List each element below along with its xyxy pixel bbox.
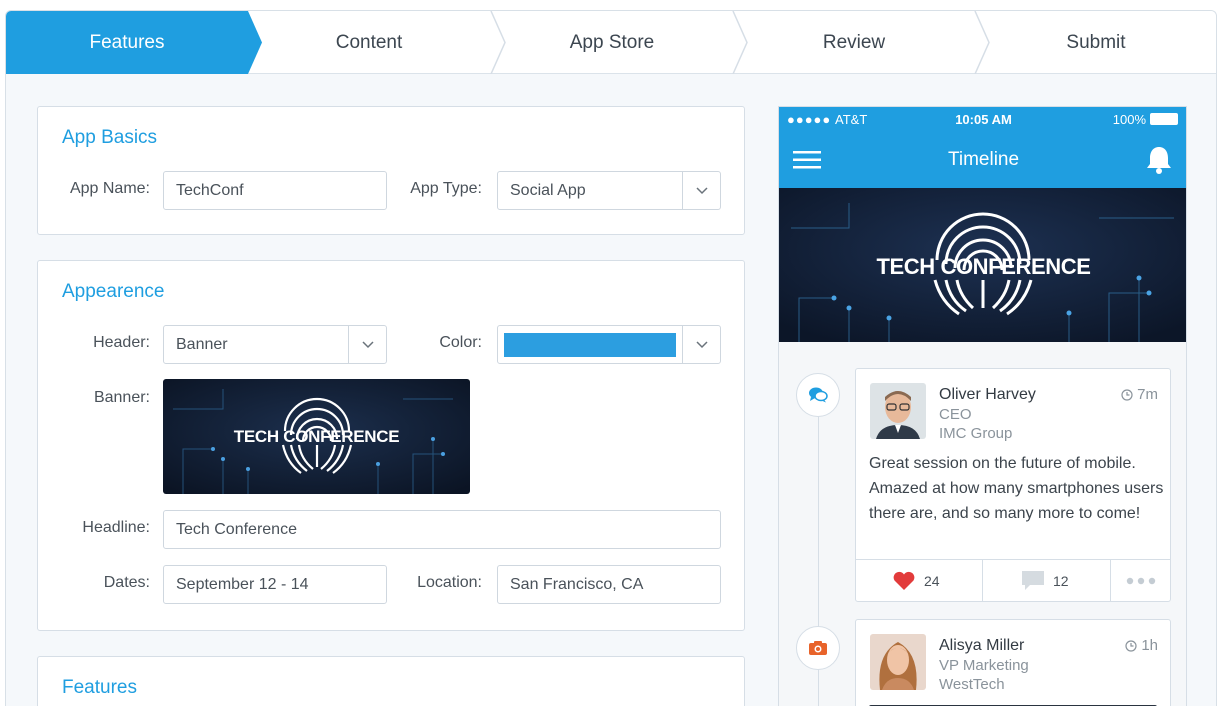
clock-icon — [1121, 388, 1133, 401]
post-author-role: CEO — [939, 406, 972, 423]
color-select[interactable] — [497, 325, 721, 364]
post-time-value: 1h — [1141, 637, 1158, 654]
header-select[interactable]: Banner — [163, 325, 387, 364]
bell-icon[interactable] — [1146, 145, 1172, 175]
battery-text: 100% — [1112, 112, 1146, 127]
nav-title: Timeline — [947, 149, 1020, 170]
divider — [982, 560, 983, 602]
like-button[interactable]: 24 — [892, 560, 940, 602]
headline-input[interactable]: Tech Conference — [163, 510, 721, 549]
post-author-role: VP Marketing — [939, 657, 1029, 674]
battery-icon — [1150, 113, 1178, 125]
wizard-stepper: Features Content App Store Review Submit — [6, 11, 1216, 74]
app-basics-title: App Basics — [62, 127, 158, 148]
step-app-store[interactable]: App Store — [505, 11, 719, 74]
color-label: Color: — [439, 334, 482, 351]
appearance-title: Appearence — [62, 281, 165, 302]
like-count: 24 — [924, 573, 940, 589]
app-name-value: TechConf — [176, 181, 244, 199]
app-type-value: Social App — [510, 181, 586, 199]
post-author-company: IMC Group — [939, 425, 1013, 442]
chevron-down-icon — [682, 326, 720, 363]
phone-preview: ●●●●● AT&T 10:05 AM 100% Timeline TECH C… — [778, 106, 1187, 706]
camera-icon — [796, 626, 840, 670]
location-input[interactable]: San Francisco, CA — [497, 565, 721, 604]
location-label: Location: — [417, 574, 482, 591]
comment-icon — [1022, 571, 1044, 590]
timeline-post-card[interactable]: Alisya Miller VP Marketing WestTech 1h — [855, 619, 1171, 706]
timeline-post-card[interactable]: Oliver Harvey CEO IMC Group 7m Great ses… — [855, 368, 1171, 602]
dates-label: Dates: — [103, 574, 150, 591]
post-message: Great session on the future of mobile. A… — [869, 455, 1164, 522]
step-features[interactable]: Features — [6, 11, 248, 74]
clock-icon — [1125, 639, 1137, 652]
avatar — [870, 634, 926, 690]
post-author-company: WestTech — [939, 676, 1005, 693]
step-content[interactable]: Content — [262, 11, 476, 74]
post-author-name[interactable]: Oliver Harvey — [939, 386, 1036, 404]
phone-navbar: Timeline — [779, 131, 1186, 188]
app-type-select[interactable]: Social App — [497, 171, 721, 210]
app-name-input[interactable]: TechConf — [163, 171, 387, 210]
post-author-name[interactable]: Alisya Miller — [939, 637, 1024, 655]
status-bar: ●●●●● AT&T 10:05 AM 100% — [779, 107, 1186, 131]
phone-banner-title: TECH CONFERENCE — [876, 254, 1091, 279]
chevron-down-icon — [682, 172, 720, 209]
step-submit[interactable]: Submit — [989, 11, 1203, 74]
header-value: Banner — [176, 335, 228, 353]
avatar — [870, 383, 926, 439]
color-swatch — [504, 333, 676, 357]
post-time: 7m — [1121, 386, 1158, 403]
step-review[interactable]: Review — [747, 11, 961, 74]
banner-image[interactable]: TECH CONFERENCE — [163, 379, 470, 494]
app-basics-panel: App Basics App Name: TechConf App Type: … — [37, 106, 745, 235]
features-panel: Features — [37, 656, 745, 706]
app-type-label: App Type: — [410, 180, 482, 197]
location-value: San Francisco, CA — [510, 575, 644, 593]
divider — [1110, 560, 1111, 602]
post-time: 1h — [1125, 637, 1158, 654]
banner-label: Banner: — [93, 389, 150, 406]
dates-input[interactable]: September 12 - 14 — [163, 565, 387, 604]
app-wizard-frame: Features Content App Store Review Submit… — [5, 10, 1217, 706]
comment-button[interactable]: 12 — [1021, 560, 1069, 602]
more-dots-icon — [1126, 577, 1156, 585]
appearance-panel: Appearence Header: Banner Color: Banner: — [37, 260, 745, 631]
headline-label: Headline: — [82, 519, 150, 536]
header-label: Header: — [93, 334, 150, 351]
features-title: Features — [62, 677, 137, 698]
phone-banner: TECH CONFERENCE — [779, 188, 1186, 342]
dates-value: September 12 - 14 — [176, 575, 309, 593]
post-actions: 24 12 — [856, 559, 1170, 602]
app-name-label: App Name: — [69, 180, 150, 197]
headline-value: Tech Conference — [176, 520, 297, 538]
post-time-value: 7m — [1137, 386, 1158, 403]
more-button[interactable] — [1126, 560, 1158, 602]
heart-icon — [893, 571, 915, 590]
chat-bubbles-icon — [796, 373, 840, 417]
banner-title: TECH CONFERENCE — [233, 427, 400, 446]
comment-count: 12 — [1053, 573, 1069, 589]
